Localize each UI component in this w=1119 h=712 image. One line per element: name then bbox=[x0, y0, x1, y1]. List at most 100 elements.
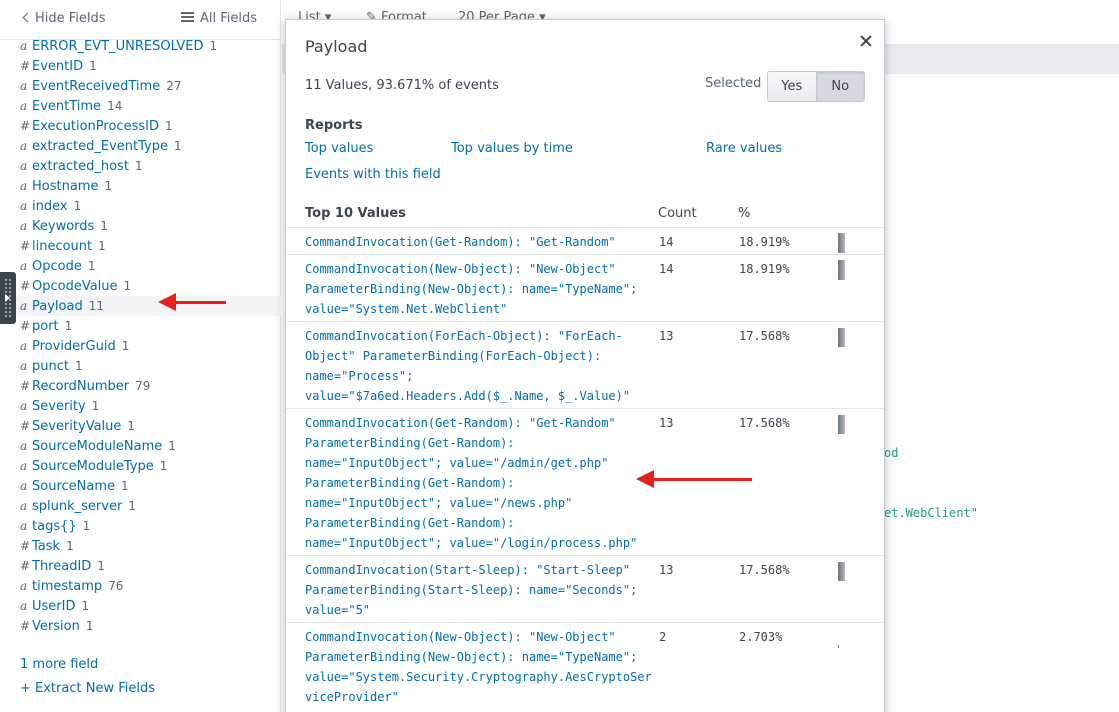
value-link[interactable]: CommandInvocation(New-Object): "New-Obje… bbox=[305, 627, 652, 707]
field-row[interactable]: # OpcodeValue 1 bbox=[0, 276, 281, 296]
field-count: 1 bbox=[97, 559, 105, 573]
field-row[interactable]: a SourceModuleType 1 bbox=[0, 456, 281, 476]
field-name[interactable]: linecount bbox=[32, 239, 92, 254]
value-link[interactable]: CommandInvocation(Start-Sleep): "Start-S… bbox=[305, 560, 650, 620]
background-event-text-2: et.WebClient" bbox=[884, 506, 978, 520]
collapse-handle[interactable] bbox=[0, 272, 16, 324]
field-row[interactable]: a splunk_server 1 bbox=[0, 496, 281, 516]
field-row[interactable]: a SourceName 1 bbox=[0, 476, 281, 496]
field-name[interactable]: extracted_host bbox=[32, 159, 129, 174]
field-row[interactable]: a ERROR_EVT_UNRESOLVED 1 bbox=[0, 36, 281, 56]
field-row[interactable]: a timestamp 76 bbox=[0, 576, 281, 596]
field-name[interactable]: index bbox=[32, 199, 68, 214]
field-row[interactable]: a UserID 1 bbox=[0, 596, 281, 616]
field-row[interactable]: a extracted_host 1 bbox=[0, 156, 281, 176]
field-row[interactable]: a extracted_EventType 1 bbox=[0, 136, 281, 156]
value-link[interactable]: CommandInvocation(New-Object): "New-Obje… bbox=[305, 259, 650, 319]
field-name[interactable]: ExecutionProcessID bbox=[32, 119, 159, 134]
field-name[interactable]: EventReceivedTime bbox=[32, 79, 160, 94]
field-name[interactable]: punct bbox=[32, 359, 69, 374]
field-name[interactable]: Task bbox=[32, 539, 60, 554]
top-values-link[interactable]: Top values bbox=[305, 141, 373, 156]
field-name[interactable]: Keywords bbox=[32, 219, 94, 234]
value-link[interactable]: CommandInvocation(Get-Random): "Get-Rand… bbox=[305, 413, 650, 553]
field-row[interactable]: a ProviderGuid 1 bbox=[0, 336, 281, 356]
field-count: 1 bbox=[127, 419, 136, 433]
field-row[interactable]: # Version 1 bbox=[0, 616, 281, 636]
field-name[interactable]: ERROR_EVT_UNRESOLVED bbox=[32, 39, 204, 54]
value-link[interactable]: CommandInvocation(ForEach-Object): "ForE… bbox=[305, 326, 650, 406]
field-name[interactable]: Opcode bbox=[32, 259, 82, 274]
field-name[interactable]: RecordNumber bbox=[32, 379, 129, 394]
extract-new-fields-link[interactable]: + Extract New Fields bbox=[20, 681, 155, 696]
field-name[interactable]: Hostname bbox=[32, 179, 98, 194]
number-type-icon: # bbox=[20, 239, 31, 253]
field-name[interactable]: UserID bbox=[32, 599, 75, 614]
string-type-icon: a bbox=[20, 579, 28, 593]
field-row[interactable]: a index 1 bbox=[0, 196, 281, 216]
value-count: 13 bbox=[659, 329, 674, 343]
field-name[interactable]: EventID bbox=[32, 59, 83, 74]
field-row[interactable]: # ThreadID 1 bbox=[0, 556, 281, 576]
field-name[interactable]: Version bbox=[32, 619, 80, 634]
selected-no-button[interactable]: No bbox=[815, 72, 864, 101]
field-count: 1 bbox=[104, 179, 113, 193]
events-with-field-link[interactable]: Events with this field bbox=[305, 167, 441, 182]
field-row[interactable]: a Hostname 1 bbox=[0, 176, 281, 196]
number-type-icon: # bbox=[20, 279, 31, 293]
top-values-by-time-link[interactable]: Top values by time bbox=[451, 141, 573, 156]
field-name[interactable]: splunk_server bbox=[32, 499, 122, 514]
number-type-icon: # bbox=[20, 59, 31, 73]
value-bar-track bbox=[838, 628, 845, 648]
close-icon[interactable] bbox=[856, 31, 876, 51]
field-name[interactable]: Payload bbox=[32, 299, 83, 314]
field-row[interactable]: # Task 1 bbox=[0, 536, 281, 556]
sidebar-header: Hide Fields All Fields bbox=[0, 0, 281, 40]
arrowhead-icon bbox=[158, 293, 176, 311]
field-row[interactable]: a punct 1 bbox=[0, 356, 281, 376]
field-row[interactable]: a EventTime 14 bbox=[0, 96, 281, 116]
field-count: 1 bbox=[66, 539, 74, 553]
field-name[interactable]: SourceModuleType bbox=[32, 459, 154, 474]
field-row[interactable]: a Payload 11 bbox=[0, 296, 281, 316]
field-row[interactable]: # RecordNumber 79 bbox=[0, 376, 281, 396]
field-row[interactable]: # ExecutionProcessID 1 bbox=[0, 116, 281, 136]
field-name[interactable]: SourceName bbox=[32, 479, 115, 494]
string-type-icon: a bbox=[20, 179, 28, 193]
field-name[interactable]: timestamp bbox=[32, 579, 102, 594]
field-row[interactable]: a EventReceivedTime 27 bbox=[0, 76, 281, 96]
field-row[interactable]: # SeverityValue 1 bbox=[0, 416, 281, 436]
field-row[interactable]: a Severity 1 bbox=[0, 396, 281, 416]
annotation-arrow-payload bbox=[158, 293, 226, 311]
field-name[interactable]: EventTime bbox=[32, 99, 101, 114]
field-row[interactable]: a Opcode 1 bbox=[0, 256, 281, 276]
rare-values-link[interactable]: Rare values bbox=[706, 141, 782, 156]
selected-yes-button[interactable]: Yes bbox=[768, 72, 816, 101]
field-name[interactable]: OpcodeValue bbox=[32, 279, 118, 294]
value-link[interactable]: CommandInvocation(Get-Random): "Get-Rand… bbox=[305, 232, 650, 252]
fields-sidebar: Hide Fields All Fields a ERROR_EVT_UNRESO… bbox=[0, 0, 281, 712]
field-row[interactable]: # EventID 1 bbox=[0, 56, 281, 76]
field-name[interactable]: extracted_EventType bbox=[32, 139, 168, 154]
field-row[interactable]: a SourceModuleName 1 bbox=[0, 436, 281, 456]
value-bar-track bbox=[838, 414, 845, 434]
field-count: 1 bbox=[91, 399, 100, 413]
more-field-link[interactable]: 1 more field bbox=[20, 657, 98, 672]
table-row: CommandInvocation(Start-Sleep): "Start-S… bbox=[286, 555, 884, 622]
value-bar bbox=[838, 233, 845, 253]
field-name[interactable]: SeverityValue bbox=[32, 419, 121, 434]
field-name[interactable]: ThreadID bbox=[32, 559, 91, 574]
field-name[interactable]: Severity bbox=[32, 399, 86, 414]
field-row[interactable]: # port 1 bbox=[0, 316, 281, 336]
field-row[interactable]: # linecount 1 bbox=[0, 236, 281, 256]
field-name[interactable]: ProviderGuid bbox=[32, 339, 116, 354]
field-name[interactable]: port bbox=[32, 319, 59, 334]
hide-fields-button[interactable]: Hide Fields bbox=[22, 11, 106, 26]
field-name[interactable]: tags{} bbox=[32, 519, 77, 534]
values-summary: 11 Values, 93.671% of events bbox=[305, 78, 499, 93]
string-type-icon: a bbox=[20, 439, 28, 453]
field-row[interactable]: a Keywords 1 bbox=[0, 216, 281, 236]
all-fields-button[interactable]: All Fields bbox=[181, 11, 257, 26]
field-name[interactable]: SourceModuleName bbox=[32, 439, 162, 454]
field-row[interactable]: a tags{} 1 bbox=[0, 516, 281, 536]
